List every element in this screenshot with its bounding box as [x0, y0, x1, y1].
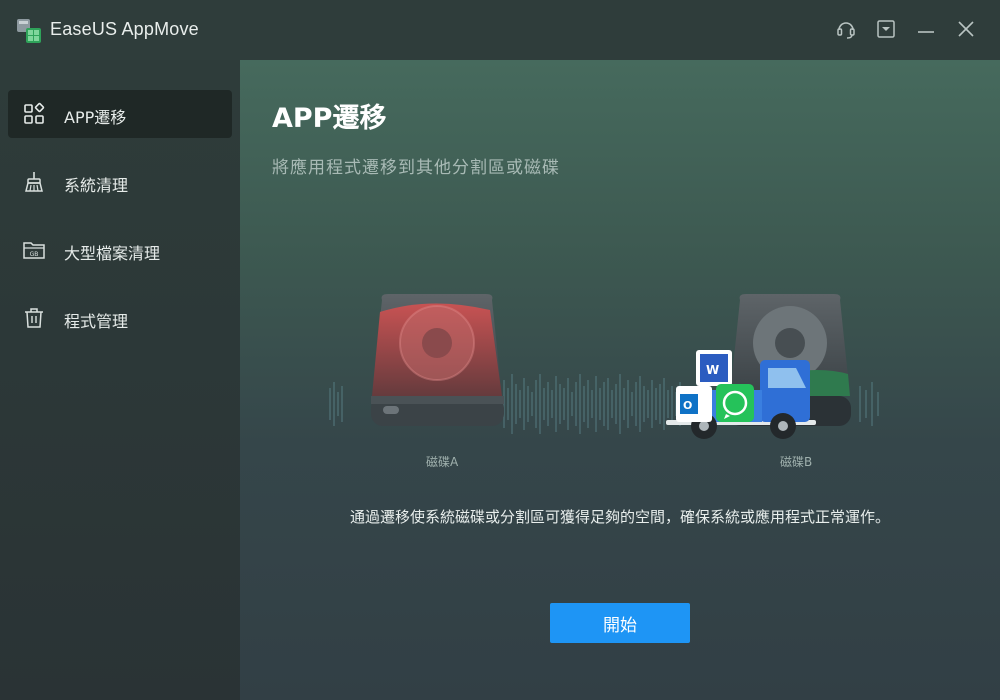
sidebar-item-label: APP遷移 — [64, 108, 127, 127]
app-title: EaseUS AppMove — [50, 19, 199, 39]
close-icon[interactable] — [955, 18, 977, 40]
disk-a-label: 磁碟A — [426, 455, 459, 469]
minimize-icon[interactable] — [915, 18, 937, 40]
word-app-icon: W — [696, 350, 732, 386]
whatsapp-app-icon — [716, 384, 754, 422]
disk-a-icon — [371, 294, 504, 426]
trash-icon — [25, 308, 43, 328]
outlook-app-icon: O — [676, 386, 712, 422]
title-bar: EaseUS AppMove — [0, 0, 1000, 60]
app-logo-icon — [17, 19, 41, 43]
disk-b-label: 磁碟B — [780, 455, 813, 469]
migration-illustration: W O — [329, 294, 879, 439]
start-button[interactable]: 開始 — [550, 603, 690, 643]
sidebar-item-program-management[interactable]: 程式管理 — [8, 294, 232, 342]
app-window: EaseUS AppMove APP遷移 系統清理 GB 大型檔案清理 程式管理… — [0, 0, 1000, 700]
sidebar-item-app-migration[interactable]: APP遷移 — [8, 90, 232, 138]
broom-icon — [25, 172, 43, 192]
folder-gb-icon: GB — [23, 242, 45, 259]
sidebar: APP遷移 系統清理 GB 大型檔案清理 程式管理 — [0, 60, 240, 700]
svg-text:O: O — [683, 399, 692, 412]
dropdown-menu-icon[interactable] — [875, 18, 897, 40]
main-panel: APP遷移 將應用程式遷移到其他分割區或磁碟 W O 磁碟A 磁碟B 通過遷移使… — [240, 60, 1000, 700]
page-subtitle: 將應用程式遷移到其他分割區或磁碟 — [272, 158, 560, 178]
svg-text:W: W — [706, 363, 719, 377]
sidebar-item-label: 系統清理 — [64, 176, 129, 195]
headset-icon[interactable] — [835, 18, 857, 40]
sidebar-item-label: 大型檔案清理 — [64, 244, 161, 263]
apps-grid-icon — [24, 102, 45, 124]
sidebar-item-large-file-cleanup[interactable]: GB 大型檔案清理 — [8, 226, 232, 274]
description-text: 通過遷移使系統磁碟或分割區可獲得足夠的空間，確保系統或應用程式正常運作。 — [349, 508, 890, 526]
sidebar-item-label: 程式管理 — [64, 312, 129, 331]
sidebar-item-system-cleanup[interactable]: 系統清理 — [8, 158, 232, 206]
svg-text:GB: GB — [30, 251, 39, 258]
page-title: APP遷移 — [272, 103, 387, 134]
